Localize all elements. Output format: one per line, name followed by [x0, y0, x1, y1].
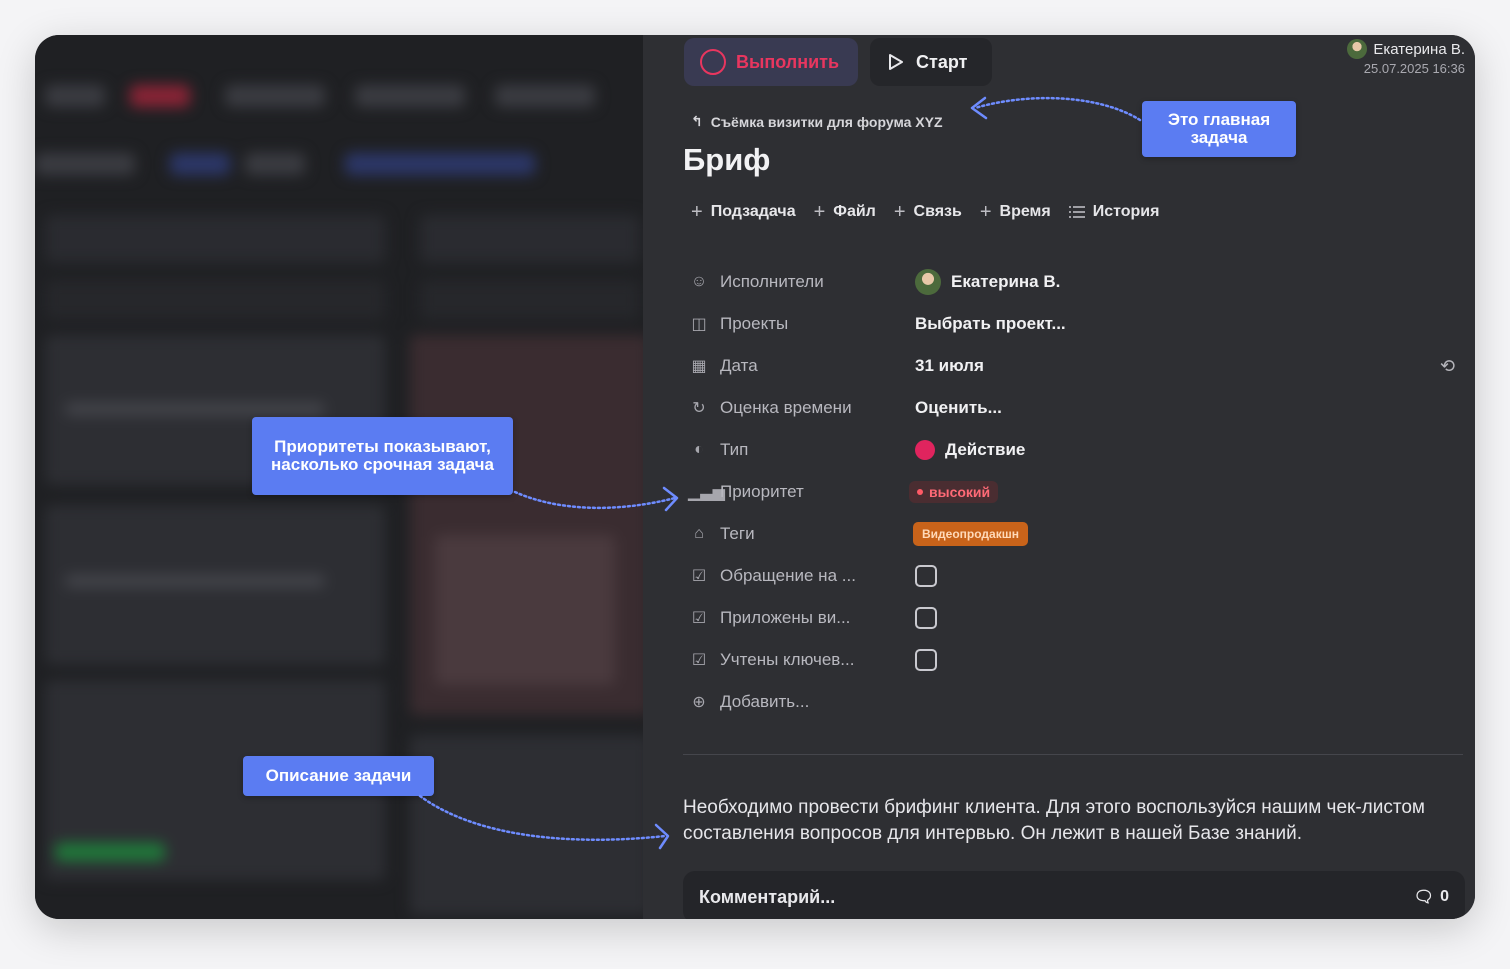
plus-circle-icon: ⊕ [692, 694, 706, 711]
add-file-button[interactable]: + Файл [814, 202, 876, 222]
property-checkbox-2[interactable]: ☑ Приложены ви... [688, 597, 1468, 639]
start-button-label: Старт [916, 51, 968, 72]
start-button[interactable]: Старт [870, 38, 992, 86]
repeat-icon[interactable]: ⟲ [1440, 356, 1455, 377]
add-link-label: Связь [913, 203, 962, 220]
property-label: Теги [720, 524, 755, 543]
comment-icon: 🗨 [1413, 889, 1435, 906]
checkbox[interactable] [915, 565, 937, 587]
property-label: Дата [720, 356, 758, 375]
property-label: Тип [720, 440, 749, 459]
task-actions: + Подзадача + Файл + Связь + Время Истор… [691, 202, 1159, 222]
arrow-up-left-icon: ↰ [691, 113, 703, 129]
property-label: Приоритет [720, 482, 804, 501]
complete-button-label: Выполнить [736, 51, 840, 72]
property-priority[interactable]: ▁▃▅ Приоритет высокий [688, 471, 1468, 513]
checkbox-icon: ☑ [691, 568, 707, 585]
assignee-avatar [915, 269, 941, 295]
history-button[interactable]: История [1068, 202, 1160, 222]
property-label: Приложены ви... [720, 608, 851, 627]
comment-count-value: 0 [1440, 888, 1449, 905]
parent-task-title: Съёмка визитки для форума XYZ [710, 113, 943, 130]
property-label: Обращение на ... [720, 566, 856, 585]
plus-icon: + [691, 201, 703, 223]
assignee-name[interactable]: Екатерина В. [951, 272, 1060, 292]
plus-icon: + [813, 201, 826, 223]
priority-badge[interactable]: высокий [909, 481, 999, 503]
avatar [1347, 39, 1368, 59]
task-panel: Выполнить Старт Екатерина В. 25.07.2025 … [643, 35, 1475, 919]
task-title[interactable]: Бриф [683, 142, 770, 178]
plus-icon: + [979, 201, 992, 223]
play-icon [889, 54, 903, 70]
property-date[interactable]: ▦ Дата 31 июля ⟲ [688, 345, 1468, 387]
list-icon [1068, 206, 1085, 218]
callout-priority: Приоритеты показывают, насколько срочная… [252, 417, 513, 495]
date-value[interactable]: 31 июля [915, 356, 984, 376]
signal-bars-icon: ▁▃▅ [688, 484, 725, 501]
complete-button[interactable]: Выполнить [684, 38, 858, 86]
circle-icon [700, 49, 726, 75]
tag-icon: ⌂ [694, 525, 704, 542]
property-type[interactable]: ◐ Тип Действие [688, 429, 1468, 471]
history-label: История [1092, 203, 1160, 220]
project-selector[interactable]: Выбрать проект... [915, 314, 1066, 334]
callout-description: Описание задачи [243, 756, 434, 796]
toggle-icon: ◐ [694, 441, 704, 458]
property-label: Оценка времени [720, 398, 852, 417]
parent-task-link[interactable]: ↰ Съёмка визитки для форума XYZ [691, 113, 943, 130]
refresh-icon: ↻ [692, 400, 706, 417]
comment-count[interactable]: 🗨 0 [1414, 887, 1449, 907]
estimate-value[interactable]: Оценить... [915, 398, 1002, 418]
property-checkbox-1[interactable]: ☑ Обращение на ... [688, 555, 1468, 597]
action-type-icon [915, 440, 935, 460]
checkbox-icon: ☑ [691, 610, 707, 627]
add-subtask-button[interactable]: + Подзадача [691, 202, 796, 222]
calendar-icon: ▦ [691, 358, 707, 375]
author-name: Екатерина В. [1373, 40, 1465, 58]
add-link-button[interactable]: + Связь [894, 202, 962, 222]
property-tags[interactable]: ⌂ Теги Видеопродакшн [688, 513, 1468, 555]
property-assignees[interactable]: ☺ Исполнители Екатерина В. [688, 261, 1468, 303]
add-property-label: Добавить... [720, 692, 810, 711]
property-checkbox-3[interactable]: ☑ Учтены ключев... [688, 639, 1468, 681]
author-info: Екатерина В. 25.07.2025 16:36 [1347, 39, 1465, 76]
checkbox[interactable] [915, 649, 937, 671]
type-value[interactable]: Действие [945, 440, 1025, 460]
property-projects[interactable]: ◫ Проекты Выбрать проект... [688, 303, 1468, 345]
property-label: Учтены ключев... [720, 650, 855, 669]
timestamp: 25.07.2025 16:36 [1363, 61, 1465, 76]
add-time-button[interactable]: + Время [980, 202, 1051, 222]
property-label: Исполнители [720, 272, 824, 291]
divider [683, 754, 1463, 755]
add-file-label: Файл [833, 203, 876, 220]
add-subtask-label: Подзадача [710, 203, 796, 220]
add-property-button[interactable]: ⊕ Добавить... [688, 681, 1468, 723]
checkbox[interactable] [915, 607, 937, 629]
add-time-label: Время [999, 203, 1051, 220]
checkbox-icon: ☑ [691, 652, 707, 669]
property-label: Проекты [720, 314, 789, 333]
task-description[interactable]: Необходимо провести брифинг клиента. Для… [683, 795, 1453, 847]
priority-dot [917, 489, 923, 495]
priority-value: высокий [929, 484, 991, 500]
project-icon: ◫ [691, 316, 707, 333]
comment-input[interactable]: Комментарий... 🗨 0 [683, 871, 1465, 919]
comment-placeholder: Комментарий... [699, 886, 836, 907]
tag-badge[interactable]: Видеопродакшн [913, 522, 1028, 546]
plus-icon: + [893, 201, 906, 223]
callout-main-task: Это главная задача [1142, 101, 1296, 157]
property-estimate[interactable]: ↻ Оценка времени Оценить... [688, 387, 1468, 429]
smile-icon: ☺ [690, 273, 708, 290]
